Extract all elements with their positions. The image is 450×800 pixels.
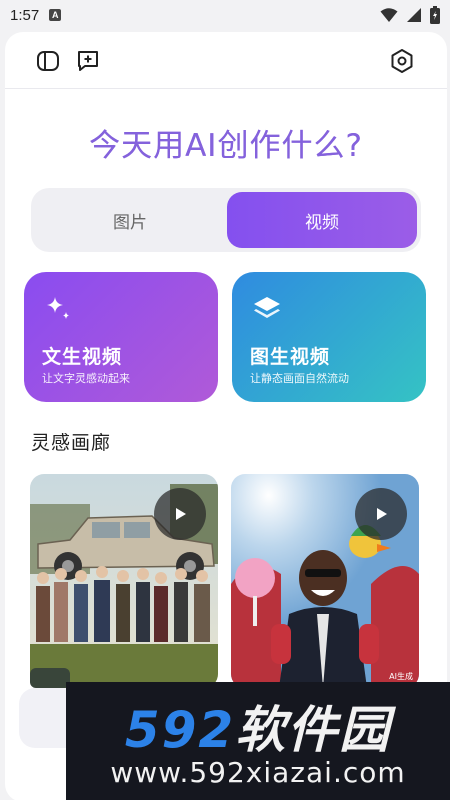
signal-icon bbox=[407, 8, 421, 22]
layers-icon bbox=[254, 297, 280, 318]
gallery-video-car[interactable] bbox=[30, 474, 218, 688]
battery-icon bbox=[430, 6, 440, 24]
new-chat-button[interactable] bbox=[73, 46, 103, 76]
status-time: 1:57 bbox=[10, 6, 40, 24]
ai-generated-tag: AI生成 bbox=[389, 672, 413, 681]
play-button[interactable] bbox=[355, 488, 407, 540]
tab-image[interactable]: 图片 bbox=[35, 192, 225, 248]
settings-button[interactable] bbox=[387, 46, 417, 76]
watermark-logo: 592软件园 bbox=[66, 690, 450, 762]
status-icons bbox=[380, 6, 440, 24]
sidebar-toggle-icon bbox=[37, 51, 59, 71]
site-watermark: 592软件园 www.592xiazai.com bbox=[66, 682, 450, 800]
settings-hexagon-icon bbox=[391, 49, 413, 73]
wifi-icon bbox=[380, 8, 398, 22]
toolbar-divider bbox=[5, 88, 447, 89]
feature-title: 图生视频 bbox=[250, 346, 331, 368]
feature-subtitle: 让文字灵感动起来 bbox=[42, 372, 130, 385]
status-bar: 1:57 A bbox=[0, 0, 450, 30]
gallery-next-thumbnail bbox=[30, 668, 70, 688]
image-to-video-card[interactable]: 图生视频 让静态画面自然流动 bbox=[232, 272, 426, 402]
top-toolbar bbox=[5, 32, 447, 88]
watermark-logo-number: 592 bbox=[124, 701, 236, 759]
feature-subtitle: 让静态画面自然流动 bbox=[250, 372, 349, 385]
text-to-video-card[interactable]: 文生视频 让文字灵感动起来 bbox=[24, 272, 218, 402]
watermark-logo-text: 软件园 bbox=[235, 701, 392, 759]
play-icon bbox=[176, 508, 186, 520]
gallery-video-rollercoaster[interactable]: AI生成 bbox=[231, 474, 419, 688]
notification-a-icon: A bbox=[49, 9, 62, 21]
page-headline: 今天用AI创作什么? bbox=[5, 120, 447, 165]
sparkle-icon bbox=[47, 297, 69, 319]
tab-video[interactable]: 视频 bbox=[227, 192, 417, 248]
watermark-url: www.592xiazai.com bbox=[110, 756, 406, 789]
gallery-title: 灵感画廊 bbox=[31, 432, 112, 454]
media-type-segment: 图片 视频 bbox=[31, 188, 421, 252]
sidebar-toggle-button[interactable] bbox=[33, 46, 63, 76]
new-chat-icon bbox=[78, 51, 98, 71]
play-button[interactable] bbox=[154, 488, 206, 540]
play-icon bbox=[377, 508, 387, 520]
feature-title: 文生视频 bbox=[42, 346, 123, 368]
